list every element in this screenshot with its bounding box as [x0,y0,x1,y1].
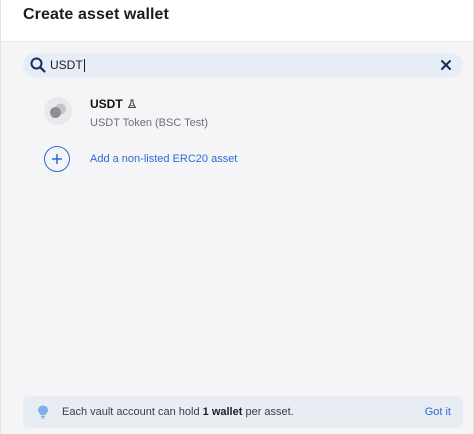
close-icon[interactable] [439,58,453,72]
search-icon [30,57,46,73]
asset-name: USDT Token (BSC Test) [90,117,208,129]
asset-symbol: USDT [90,97,137,111]
search-input[interactable]: USDT [50,56,440,74]
info-text: Each vault account can hold 1 wallet per… [62,406,294,418]
plus-icon [44,146,70,172]
search-input-value: USDT [50,58,83,72]
list-item-usdt[interactable]: USDT USDT Token (BSC Test) [43,96,443,132]
add-asset-label: Add a non-listed ERC20 asset [90,153,238,165]
got-it-button[interactable]: Got it [425,406,451,418]
info-text-end: per asset. [242,406,294,418]
asset-logo-icon [44,97,72,125]
dialog-header: Create asset wallet [1,0,473,42]
asset-symbol-label: USDT [90,97,123,111]
info-text-bold: 1 wallet [202,406,243,418]
lightbulb-icon [38,405,48,419]
page-title: Create asset wallet [23,6,169,23]
create-asset-wallet-dialog: Create asset wallet USDT USDT USDT Token… [0,0,474,434]
add-non-listed-asset-button[interactable]: Add a non-listed ERC20 asset [43,145,343,175]
search-bar[interactable]: USDT [23,53,463,77]
testnet-flask-icon [127,99,136,109]
info-text-start: Each vault account can hold [62,406,203,418]
text-cursor [83,58,85,72]
info-banner: Each vault account can hold 1 wallet per… [23,396,463,428]
